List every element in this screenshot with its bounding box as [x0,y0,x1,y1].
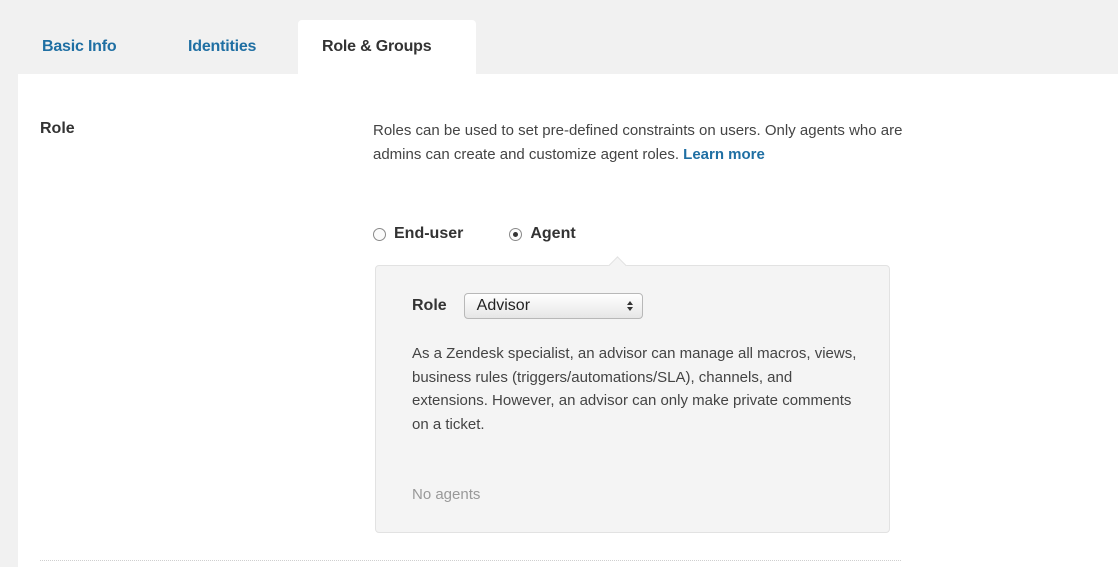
agents-status: No agents [412,486,481,503]
select-arrows-icon [626,301,633,311]
agent-option[interactable]: Agent [509,225,576,243]
tab-identities[interactable]: Identities [164,20,298,74]
radio-selected-dot [513,231,519,237]
end-user-radio[interactable] [373,227,386,241]
tab-role-and-groups[interactable]: Role & Groups [298,20,476,74]
agent-role-selected-value: Advisor [476,297,531,314]
user-type-radio-group: End-user Agent [373,225,576,243]
role-description-text: Roles can be used to set pre-defined con… [373,122,903,163]
tab-panel: Role Roles can be used to set pre-define… [18,74,1118,567]
tab-bar: Basic Info Identities Role & Groups [18,20,476,74]
end-user-option[interactable]: End-user [373,225,463,243]
panel-pointer [608,256,627,275]
agent-role-select[interactable]: Advisor [463,293,643,319]
end-user-label: End-user [394,225,464,242]
learn-more-link[interactable]: Learn more [683,146,765,163]
tab-basic-info[interactable]: Basic Info [18,20,164,74]
agent-role-description: As a Zendesk specialist, an advisor can … [412,345,857,433]
agent-role-row: Role Advisor [412,293,643,319]
role-description: Roles can be used to set pre-defined con… [373,119,913,167]
agent-label: Agent [530,225,576,242]
section-divider [40,560,901,561]
agent-role-label: Role [412,297,447,314]
role-section-label: Role [40,120,75,137]
agent-radio[interactable] [509,227,523,241]
agent-role-panel: Role Advisor As a Zendesk specialist, an… [375,256,890,533]
